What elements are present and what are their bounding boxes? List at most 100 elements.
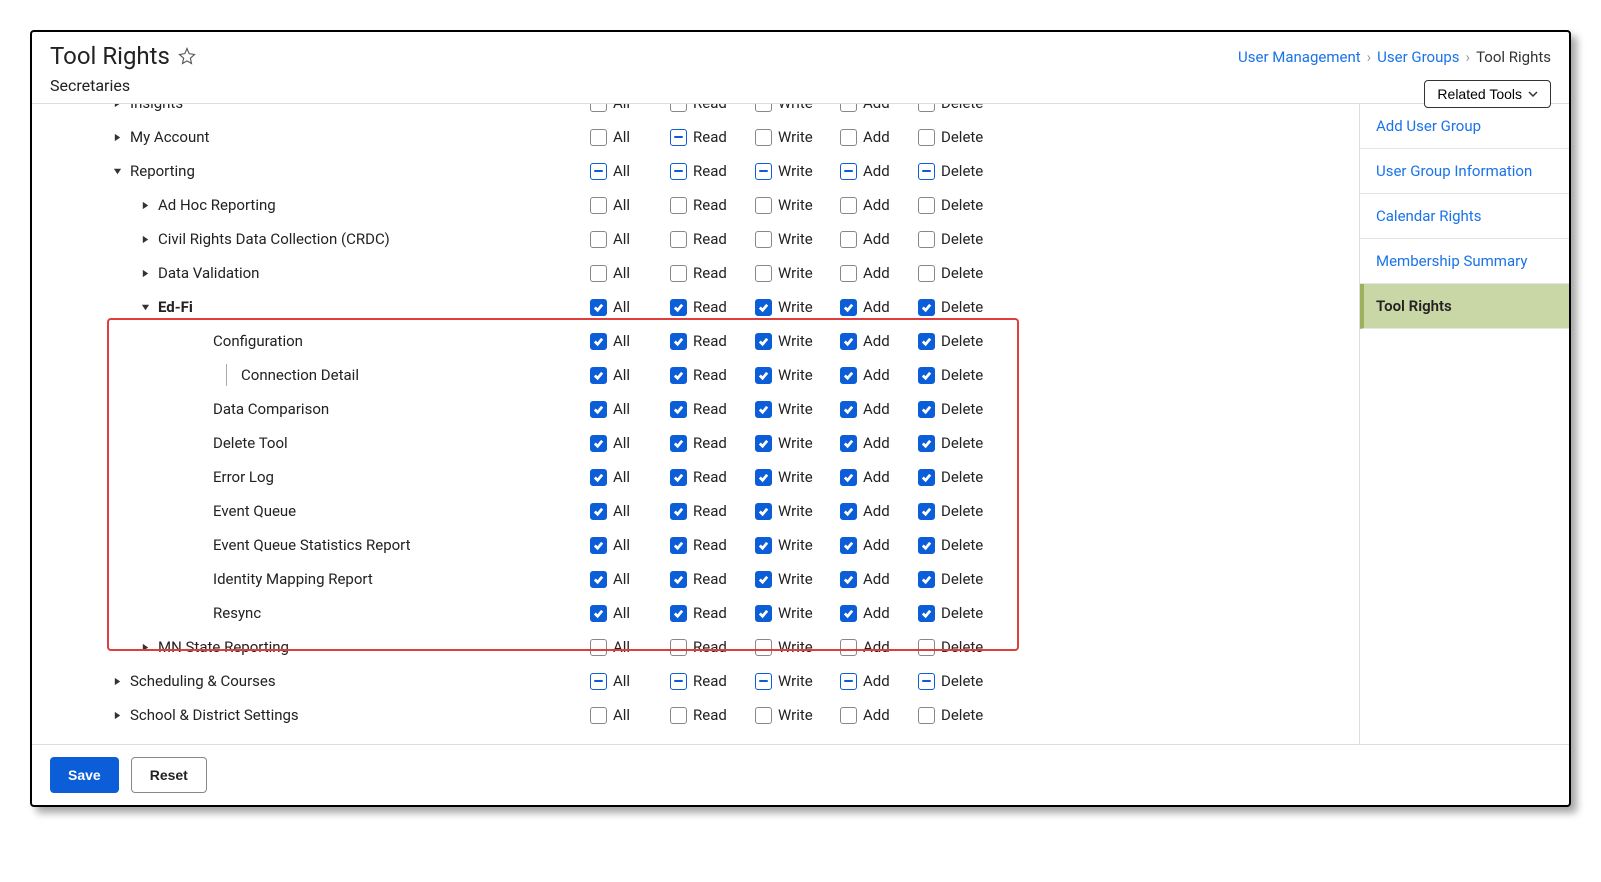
checkbox[interactable]	[670, 299, 687, 316]
tree-label[interactable]: Error Log	[213, 468, 274, 486]
checkbox[interactable]	[670, 435, 687, 452]
checkbox[interactable]	[755, 104, 772, 112]
checkbox[interactable]	[755, 367, 772, 384]
checkbox[interactable]	[755, 401, 772, 418]
checkbox[interactable]	[840, 571, 857, 588]
checkbox[interactable]	[755, 333, 772, 350]
checkbox[interactable]	[590, 299, 607, 316]
checkbox[interactable]	[840, 707, 857, 724]
side-nav-item[interactable]: Membership Summary	[1360, 239, 1569, 284]
checkbox[interactable]	[670, 537, 687, 554]
tree-label[interactable]: Event Queue Statistics Report	[213, 536, 411, 554]
checkbox[interactable]	[590, 401, 607, 418]
checkbox[interactable]	[670, 571, 687, 588]
checkbox[interactable]	[755, 231, 772, 248]
side-nav-item[interactable]: User Group Information	[1360, 149, 1569, 194]
tree-panel[interactable]: InsightsAllReadWriteAddDeleteMy AccountA…	[32, 104, 1359, 744]
save-button[interactable]: Save	[50, 757, 119, 793]
checkbox[interactable]	[755, 129, 772, 146]
checkbox[interactable]	[590, 435, 607, 452]
checkbox[interactable]	[840, 367, 857, 384]
checkbox[interactable]	[918, 299, 935, 316]
checkbox[interactable]	[840, 129, 857, 146]
breadcrumb-item[interactable]: User Groups	[1377, 48, 1459, 66]
checkbox[interactable]	[840, 333, 857, 350]
checkbox[interactable]	[670, 197, 687, 214]
side-nav-item[interactable]: Tool Rights	[1360, 284, 1569, 329]
checkbox[interactable]	[840, 469, 857, 486]
checkbox[interactable]	[670, 503, 687, 520]
checkbox[interactable]	[918, 707, 935, 724]
reset-button[interactable]: Reset	[131, 757, 207, 793]
tree-label[interactable]: Delete Tool	[213, 434, 288, 452]
checkbox[interactable]	[918, 163, 935, 180]
checkbox[interactable]	[840, 639, 857, 656]
checkbox[interactable]	[918, 571, 935, 588]
checkbox[interactable]	[590, 104, 607, 112]
checkbox[interactable]	[918, 503, 935, 520]
caret-right-icon[interactable]	[112, 677, 122, 686]
checkbox[interactable]	[840, 265, 857, 282]
tree-label[interactable]: Identity Mapping Report	[213, 570, 373, 588]
side-nav-item[interactable]: Calendar Rights	[1360, 194, 1569, 239]
checkbox[interactable]	[840, 435, 857, 452]
checkbox[interactable]	[755, 265, 772, 282]
checkbox[interactable]	[755, 707, 772, 724]
side-nav-item[interactable]: Add User Group	[1360, 104, 1569, 149]
checkbox[interactable]	[840, 605, 857, 622]
tree-label[interactable]: Event Queue	[213, 502, 296, 520]
checkbox[interactable]	[840, 231, 857, 248]
tree-label[interactable]: Insights	[130, 104, 183, 112]
checkbox[interactable]	[755, 469, 772, 486]
checkbox[interactable]	[755, 503, 772, 520]
tree-label[interactable]: My Account	[130, 128, 209, 146]
checkbox[interactable]	[670, 605, 687, 622]
caret-down-icon[interactable]	[112, 167, 122, 176]
tree-label[interactable]: Data Comparison	[213, 400, 329, 418]
checkbox[interactable]	[590, 333, 607, 350]
checkbox[interactable]	[590, 163, 607, 180]
checkbox[interactable]	[918, 469, 935, 486]
tree-label[interactable]: Configuration	[213, 332, 303, 350]
checkbox[interactable]	[918, 401, 935, 418]
checkbox[interactable]	[590, 129, 607, 146]
checkbox[interactable]	[670, 469, 687, 486]
tree-label[interactable]: Resync	[213, 604, 261, 622]
checkbox[interactable]	[755, 571, 772, 588]
checkbox[interactable]	[670, 129, 687, 146]
checkbox[interactable]	[670, 639, 687, 656]
checkbox[interactable]	[840, 673, 857, 690]
tree-label[interactable]: Data Validation	[158, 264, 259, 282]
checkbox[interactable]	[670, 707, 687, 724]
checkbox[interactable]	[590, 469, 607, 486]
favorite-star-icon[interactable]	[178, 47, 196, 65]
caret-right-icon[interactable]	[140, 643, 150, 652]
checkbox[interactable]	[670, 333, 687, 350]
checkbox[interactable]	[590, 707, 607, 724]
checkbox[interactable]	[590, 197, 607, 214]
checkbox[interactable]	[755, 537, 772, 554]
checkbox[interactable]	[918, 537, 935, 554]
checkbox[interactable]	[590, 231, 607, 248]
checkbox[interactable]	[918, 231, 935, 248]
checkbox[interactable]	[670, 231, 687, 248]
checkbox[interactable]	[755, 197, 772, 214]
checkbox[interactable]	[590, 367, 607, 384]
checkbox[interactable]	[918, 639, 935, 656]
checkbox[interactable]	[755, 639, 772, 656]
tree-label[interactable]: Ed-Fi	[158, 298, 193, 316]
checkbox[interactable]	[670, 673, 687, 690]
caret-right-icon[interactable]	[140, 201, 150, 210]
tree-label[interactable]: Ad Hoc Reporting	[158, 196, 276, 214]
checkbox[interactable]	[590, 537, 607, 554]
caret-right-icon[interactable]	[112, 133, 122, 142]
checkbox[interactable]	[670, 104, 687, 112]
checkbox[interactable]	[590, 265, 607, 282]
checkbox[interactable]	[918, 265, 935, 282]
caret-right-icon[interactable]	[140, 269, 150, 278]
checkbox[interactable]	[670, 163, 687, 180]
checkbox[interactable]	[840, 537, 857, 554]
caret-right-icon[interactable]	[140, 235, 150, 244]
tree-label[interactable]: School & District Settings	[130, 706, 299, 724]
checkbox[interactable]	[590, 605, 607, 622]
